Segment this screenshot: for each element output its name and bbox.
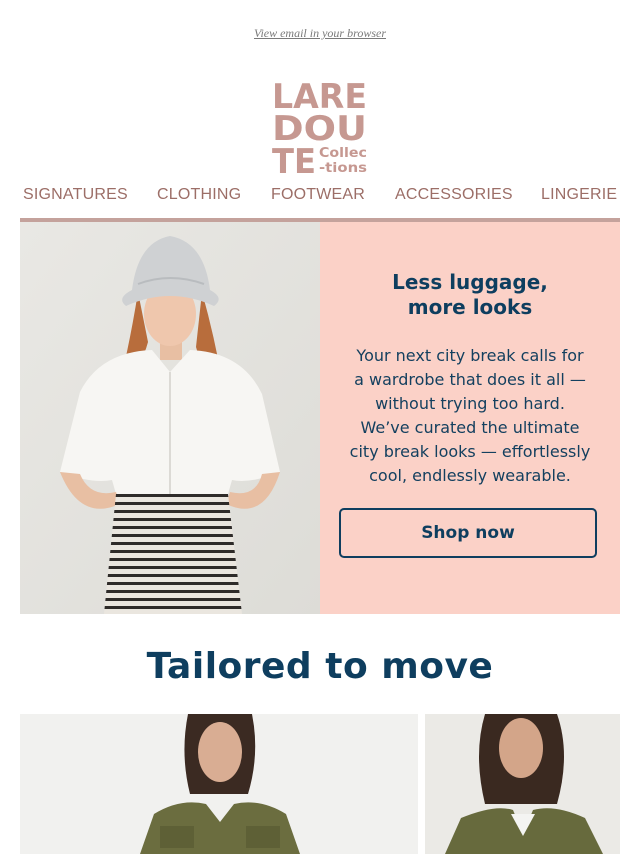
logo-line-3: TE — [272, 142, 316, 175]
hero-title-line-2: more looks — [407, 295, 533, 319]
hero-body-line: a wardrobe that does it all — — [354, 370, 586, 389]
nav-item-clothing[interactable]: CLOTHING — [157, 186, 241, 204]
hero-text-panel: Less luggage, more looks Your next city … — [320, 222, 620, 614]
brand-logo[interactable]: LARE DOU TE Collec -tions — [272, 77, 368, 175]
category-nav: SIGNATURES CLOTHING FOOTWEAR ACCESSORIES… — [20, 186, 620, 208]
nav-item-footwear[interactable]: FOOTWEAR — [271, 186, 365, 204]
nav-item-accessories[interactable]: ACCESSORIES — [395, 186, 513, 204]
product-image-jacket-front[interactable] — [20, 714, 418, 854]
hero-body-line: Your next city break calls for — [356, 346, 584, 365]
hero-body-line: We’ve curated the ultimate — [360, 418, 580, 437]
hero-image[interactable] — [20, 222, 320, 614]
product-image-jacket-side[interactable] — [425, 714, 620, 854]
logo-suffix-1: Collec — [319, 146, 367, 161]
nav-item-signatures[interactable]: SIGNATURES — [23, 186, 128, 204]
hero-body-text: Your next city break calls for a wardrob… — [340, 344, 600, 488]
logo-suffix-2: -tions — [319, 161, 367, 175]
hero-body-line: cool, endlessly wearable. — [369, 466, 571, 485]
nav-item-lingerie[interactable]: LINGERIE — [541, 186, 617, 204]
view-in-browser-link[interactable]: View email in your browser — [0, 26, 640, 41]
section-title: Tailored to move — [146, 646, 494, 687]
hero-body-line: without trying too hard. — [375, 394, 565, 413]
hero-banner: Less luggage, more looks Your next city … — [20, 222, 620, 614]
hero-title-line-1: Less luggage, — [392, 270, 548, 294]
shop-now-button[interactable]: Shop now — [339, 508, 597, 558]
hero-title: Less luggage, more looks — [320, 270, 620, 320]
hero-body-line: city break looks — effortlessly — [349, 442, 591, 461]
